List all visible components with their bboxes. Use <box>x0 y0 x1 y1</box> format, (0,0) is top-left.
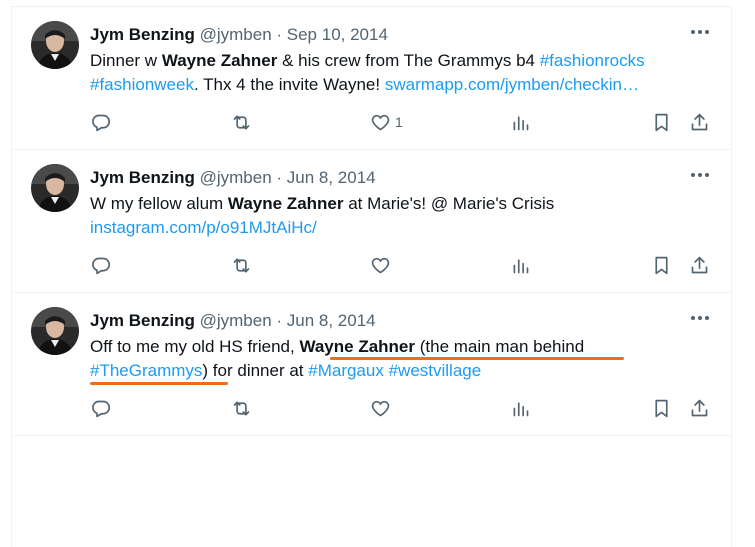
action-bar <box>90 397 724 421</box>
share-icon <box>691 399 708 416</box>
views-button[interactable] <box>510 397 531 419</box>
reply-button[interactable] <box>90 254 111 276</box>
tweet[interactable]: Jym Benzing @jymben · Jun 8, 2014 Off to… <box>12 293 731 436</box>
tweet-date[interactable]: Jun 8, 2014 <box>287 168 376 187</box>
like-icon <box>371 114 390 130</box>
share-icon <box>691 256 708 273</box>
more-icon[interactable] <box>689 168 711 182</box>
separator: · <box>271 25 287 44</box>
avatar[interactable] <box>31 307 79 355</box>
hashtag-link[interactable]: #westvillage <box>389 361 482 380</box>
tweet-text: W my fellow alum Wayne Zahner at Marie's… <box>90 192 710 240</box>
text: W my fellow alum <box>90 194 228 213</box>
author-name[interactable]: Jym Benzing <box>90 168 195 187</box>
text: . Thx 4 the invite Wayne! <box>193 75 385 94</box>
author-handle[interactable]: @jymben <box>200 25 272 44</box>
mention-name: Wayne Zahner <box>161 51 278 70</box>
reply-icon <box>92 114 111 131</box>
tweet[interactable]: Jym Benzing @jymben · Jun 8, 2014 W my f… <box>12 150 731 293</box>
hashtag-link[interactable]: #TheGrammys <box>90 361 202 380</box>
views-icon <box>513 258 529 273</box>
separator: · <box>271 311 287 330</box>
timeline: Jym Benzing @jymben · Sep 10, 2014 Dinne… <box>11 6 732 547</box>
text: (the main man behind <box>415 337 585 356</box>
mention-name: Wayne Zahner <box>227 194 344 213</box>
more-icon[interactable] <box>689 311 711 325</box>
tweet-date[interactable]: Jun 8, 2014 <box>287 311 376 330</box>
action-bar <box>90 254 724 278</box>
url-link[interactable]: swarmapp.com/jymben/checkin… <box>385 75 639 94</box>
bookmark-icon <box>655 399 668 417</box>
like-icon <box>371 400 390 416</box>
text: at Marie's! @ Marie's Crisis <box>343 194 555 213</box>
like-count: 1 <box>395 114 403 130</box>
avatar[interactable] <box>31 21 79 69</box>
like-button[interactable] <box>370 397 395 419</box>
more-icon[interactable] <box>689 25 711 39</box>
author-handle[interactable]: @jymben <box>200 311 272 330</box>
retweet-button[interactable] <box>231 111 252 133</box>
text: Off to me my old HS friend, <box>90 337 300 356</box>
views-button[interactable] <box>510 254 531 276</box>
bookmark-button[interactable] <box>651 111 672 133</box>
hashtag-link[interactable]: #Margaux <box>308 361 384 380</box>
author-handle[interactable]: @jymben <box>200 168 272 187</box>
text: Dinner w <box>90 51 162 70</box>
url-link[interactable]: instagram.com/p/o91MJtAiHc/ <box>90 218 317 237</box>
separator: · <box>271 168 287 187</box>
annotation-underline <box>90 382 228 385</box>
text: ) for dinner at <box>202 361 309 380</box>
tweet[interactable]: Jym Benzing @jymben · Sep 10, 2014 Dinne… <box>12 7 731 150</box>
tweet-date[interactable]: Sep 10, 2014 <box>287 25 388 44</box>
mention-name: Wayne Zahner <box>299 337 416 356</box>
hashtag-link[interactable]: #fashionrocks <box>540 51 645 70</box>
like-icon <box>371 257 390 273</box>
author-name[interactable]: Jym Benzing <box>90 25 195 44</box>
share-button[interactable] <box>689 254 710 276</box>
bookmark-icon <box>655 113 668 131</box>
tweet-header: Jym Benzing @jymben · Jun 8, 2014 <box>90 167 376 189</box>
bookmark-button[interactable] <box>651 397 672 419</box>
tweet-text: Dinner w Wayne Zahner & his crew from Th… <box>90 49 710 97</box>
share-button[interactable] <box>689 111 710 133</box>
author-name[interactable]: Jym Benzing <box>90 311 195 330</box>
views-icon <box>513 115 529 130</box>
bookmark-button[interactable] <box>651 254 672 276</box>
views-button[interactable] <box>510 111 531 133</box>
tweet-header: Jym Benzing @jymben · Jun 8, 2014 <box>90 310 376 332</box>
like-button[interactable]: 1 <box>370 111 403 133</box>
retweet-button[interactable] <box>231 254 252 276</box>
like-button[interactable] <box>370 254 395 276</box>
share-icon <box>691 113 708 130</box>
retweet-icon <box>233 115 250 129</box>
views-icon <box>513 401 529 416</box>
tweet-header: Jym Benzing @jymben · Sep 10, 2014 <box>90 24 388 46</box>
action-bar: 1 <box>90 111 724 135</box>
retweet-button[interactable] <box>231 397 252 419</box>
reply-button[interactable] <box>90 397 111 419</box>
retweet-icon <box>233 401 250 415</box>
text: & his crew from The Grammys b4 <box>277 51 540 70</box>
reply-icon <box>92 257 111 274</box>
share-button[interactable] <box>689 397 710 419</box>
bookmark-icon <box>655 256 668 274</box>
reply-icon <box>92 400 111 417</box>
retweet-icon <box>233 258 250 272</box>
reply-button[interactable] <box>90 111 111 133</box>
annotation-underline <box>330 357 624 360</box>
hashtag-link[interactable]: #fashionweek <box>90 75 194 94</box>
avatar[interactable] <box>31 164 79 212</box>
